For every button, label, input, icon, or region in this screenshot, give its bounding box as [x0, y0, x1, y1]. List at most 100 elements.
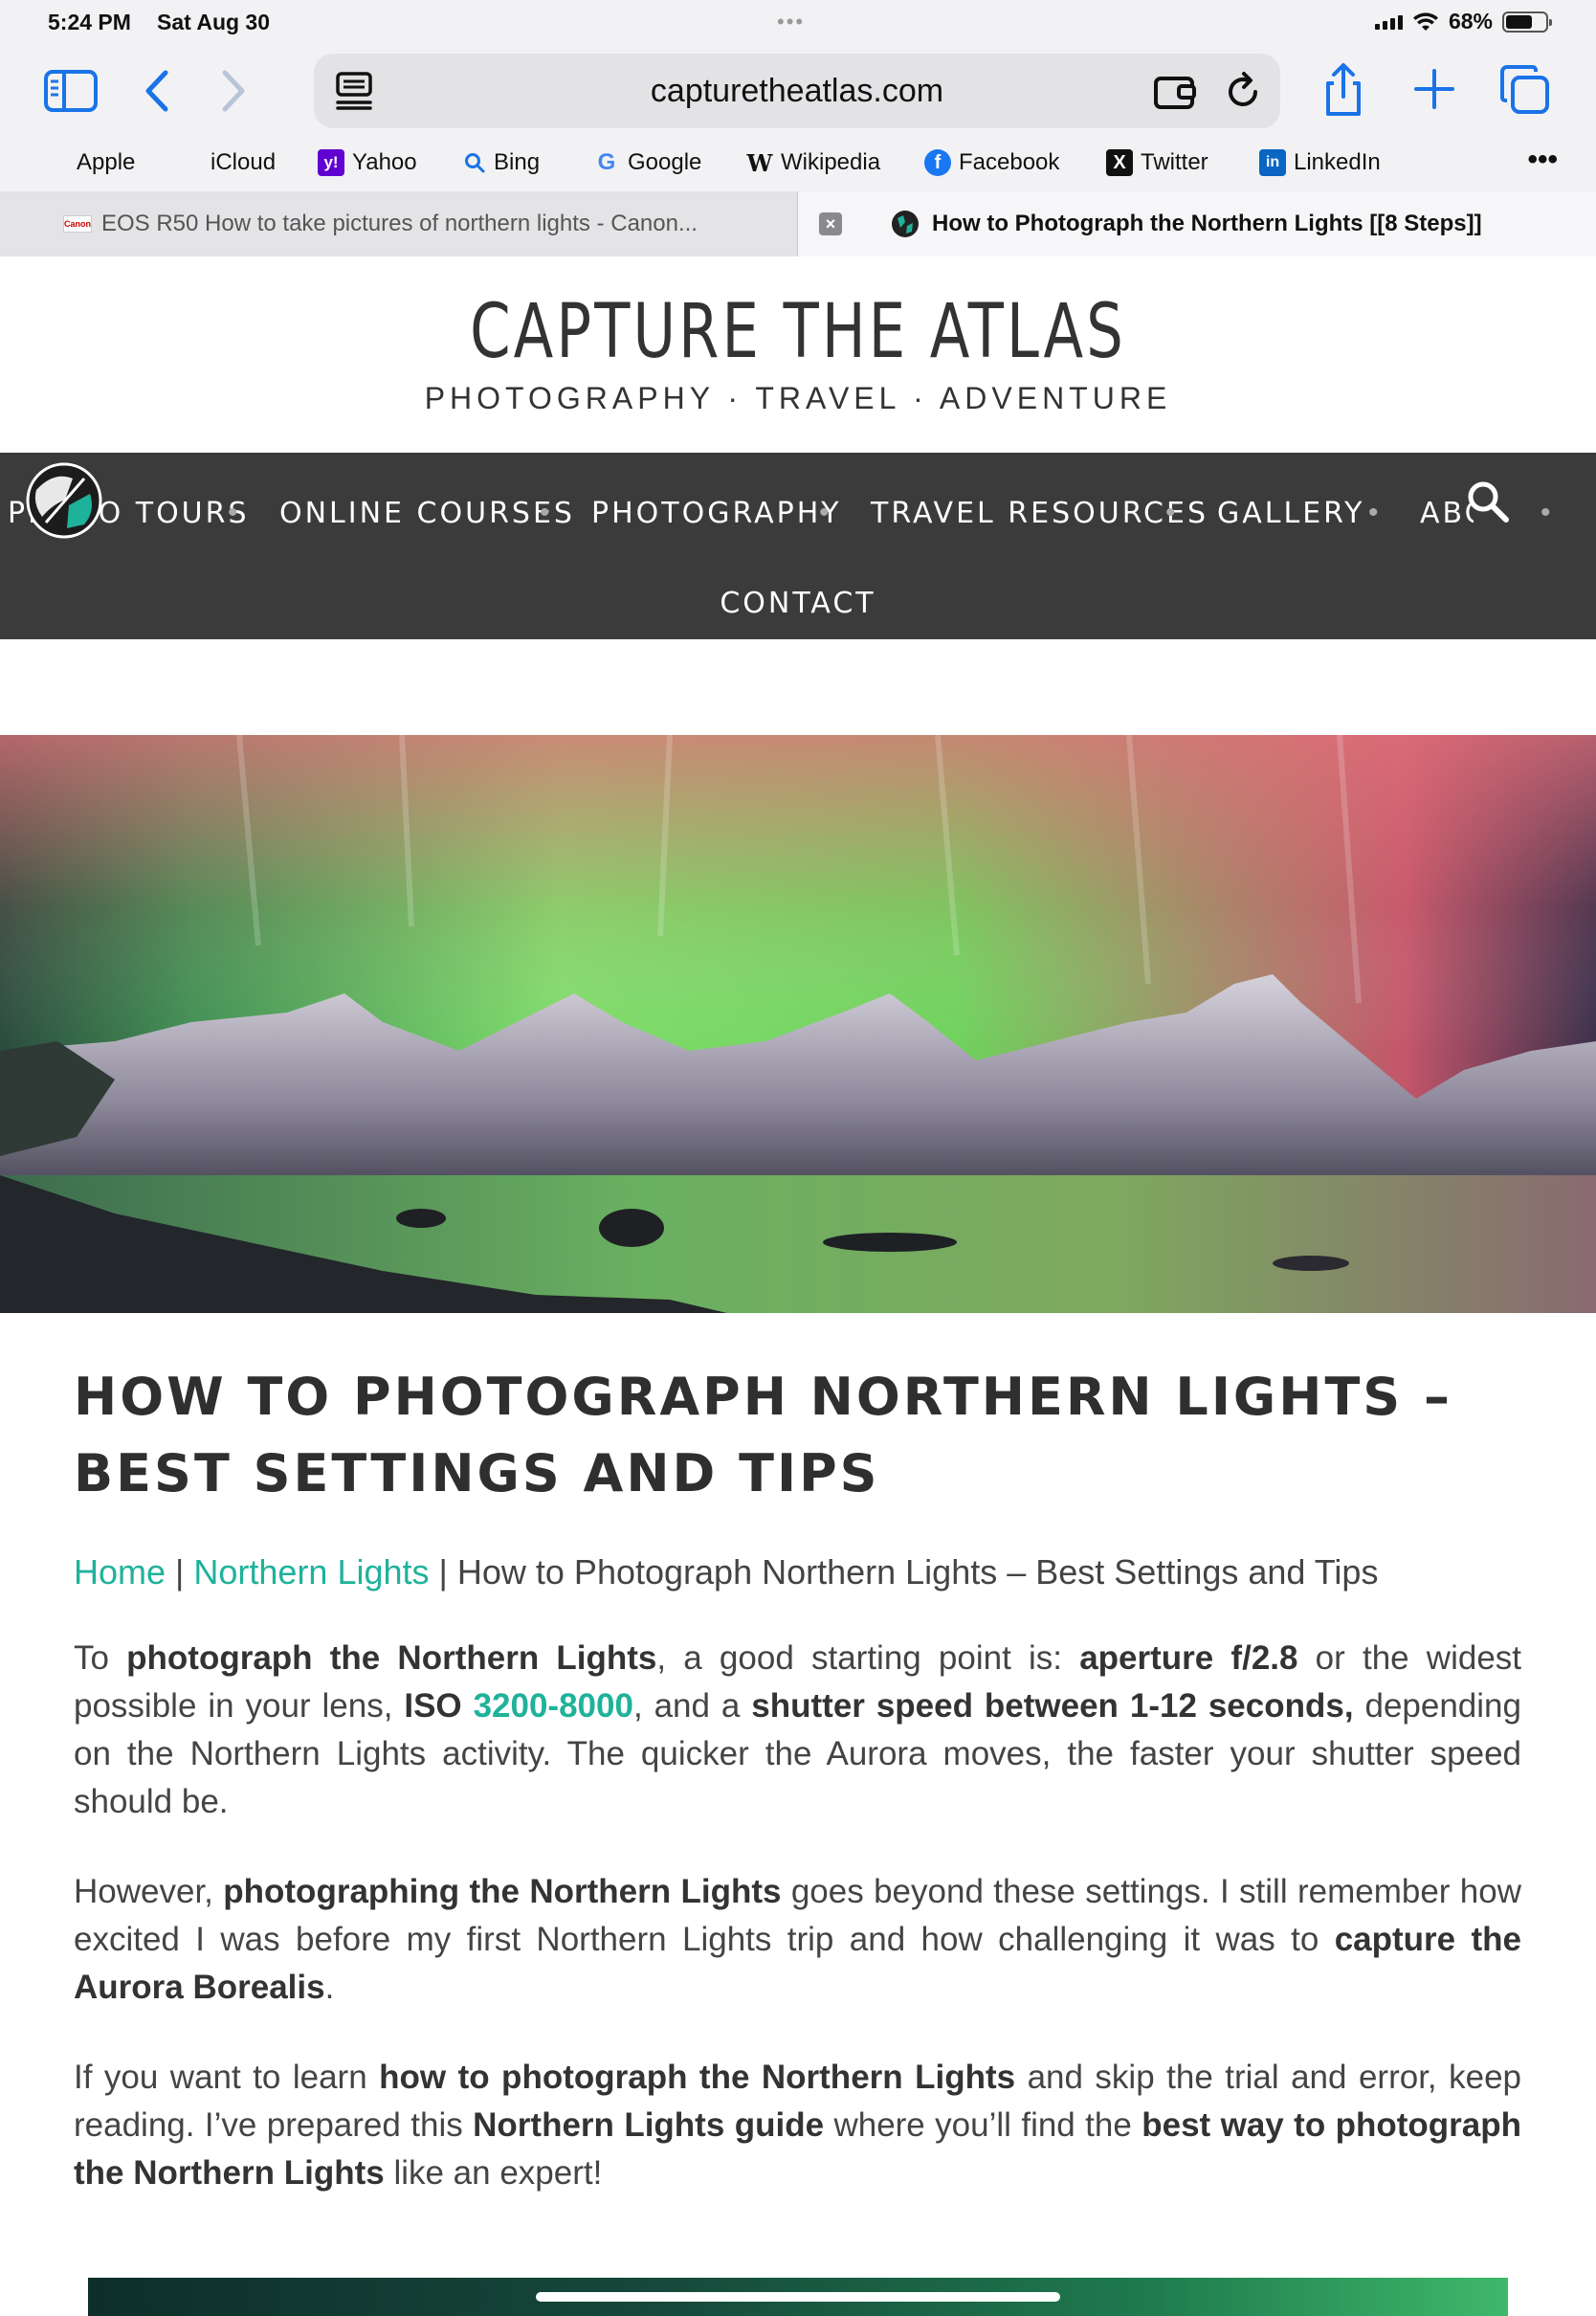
favorite-google[interactable]: G Google [593, 149, 702, 176]
intro-paragraph: To photograph the Northern Lights, a goo… [74, 1635, 1521, 1826]
breadcrumb-home-link[interactable]: Home [74, 1552, 166, 1592]
link-text[interactable]: 3200-8000 [474, 1687, 633, 1725]
nav-gallery[interactable]: GALLERY [1217, 497, 1364, 530]
breadcrumb: Home | Northern Lights | How to Photograph N… [74, 1552, 1521, 1592]
favorite-facebook[interactable]: f Facebook [924, 149, 1059, 176]
nav-separator: • [819, 497, 830, 528]
wifi-icon [1412, 11, 1438, 31]
favorite-label: Wikipedia [781, 149, 881, 175]
more-favorites-icon[interactable]: ••• [1527, 144, 1558, 176]
nav-photography[interactable]: PHOTOGRAPHY [591, 497, 842, 530]
nav-contact[interactable]: CONTACT [0, 587, 1596, 620]
favorite-label: Yahoo [352, 149, 417, 175]
site-favicon-icon [892, 211, 919, 237]
sidebar-toggle-icon[interactable] [42, 67, 100, 115]
text-run: However, [74, 1873, 224, 1910]
hero-aurora-image [0, 735, 1596, 1313]
breadcrumb-separator: | [438, 1552, 448, 1592]
multitasking-dots-icon[interactable]: ••• [777, 10, 805, 34]
tab-overview-icon[interactable] [1498, 63, 1552, 117]
text-run: . [324, 1969, 335, 2006]
bold-text: aperture f/2.8 [1079, 1639, 1298, 1677]
status-bar: 5:24 PM Sat Aug 30 ••• 68% [0, 0, 1596, 44]
favorites-bar: Apple iCloud y! Yahoo Bing G Google W Wi… [0, 138, 1596, 191]
bold-text: ISO [404, 1687, 474, 1725]
battery-percent: 68% [1448, 9, 1493, 33]
wikipedia-icon: W [746, 148, 773, 177]
google-icon: G [597, 149, 616, 175]
text-run: , and a [632, 1687, 752, 1725]
bold-text: photographing the Northern Lights [223, 1873, 782, 1910]
bing-icon [465, 153, 485, 173]
favorite-label: LinkedIn [1294, 149, 1381, 175]
nav-separator: • [540, 497, 550, 528]
favorite-label: iCloud [211, 149, 277, 175]
favorite-label: Bing [494, 149, 541, 175]
third-paragraph: If you want to learn how to photograph t… [74, 2054, 1521, 2197]
text-run: If you want to learn [74, 2059, 380, 2096]
tab-canon[interactable]: Canon EOS R50 How to take pictures of no… [0, 191, 798, 256]
status-date: Sat Aug 30 [157, 10, 271, 34]
nav-separator: • [1541, 497, 1551, 528]
cellular-signal-icon [1374, 14, 1403, 30]
site-logo-icon[interactable] [25, 461, 103, 540]
battery-fill [1506, 14, 1533, 29]
favorite-label: Google [628, 149, 702, 175]
linkedin-icon: in [1259, 149, 1286, 176]
new-tab-icon[interactable] [1410, 65, 1458, 113]
text-run: like an expert! [384, 2154, 603, 2192]
text-run: where you’ll find the [824, 2106, 1142, 2144]
site-header: CAPTURE THE ATLAS PHOTOGRAPHY · TRAVEL ·… [0, 256, 1596, 453]
text-run: To [74, 1639, 127, 1677]
breadcrumb-category-link[interactable]: Northern Lights [193, 1552, 429, 1592]
back-icon[interactable] [140, 67, 174, 115]
favorite-wikipedia[interactable]: W Wikipedia [746, 148, 881, 177]
status-time: 5:24 PM [48, 10, 131, 34]
favorite-apple[interactable]: Apple [42, 149, 135, 176]
extension-icon[interactable] [1152, 73, 1200, 111]
battery-icon [1502, 11, 1552, 33]
browser-toolbar: capturetheatlas.com [0, 44, 1596, 138]
nav-travel-resources[interactable]: TRAVEL RESOURCES [871, 497, 1208, 530]
main-navigation: PHOTO TOURS • ONLINE COURSES • PHOTOGRAP… [0, 453, 1596, 639]
tab-title: EOS R50 How to take pictures of northern… [101, 211, 698, 236]
favorite-linkedin[interactable]: in LinkedIn [1259, 149, 1381, 176]
favorite-twitter[interactable]: X Twitter [1106, 149, 1208, 176]
x-icon: X [1106, 149, 1133, 176]
tab-title: How to Photograph the Northern Lights [[… [932, 211, 1482, 236]
site-title[interactable]: CAPTURE THE ATLAS [175, 289, 1420, 375]
article-title: HOW TO PHOTOGRAPH NORTHERN LIGHTS – BEST… [74, 1367, 1452, 1503]
status-right: 68% [1374, 9, 1552, 34]
bold-text: shutter speed between 1-12 seconds, [751, 1687, 1354, 1725]
apple-icon [176, 149, 203, 176]
reload-icon[interactable] [1225, 71, 1263, 111]
favorite-icloud[interactable]: iCloud [176, 149, 276, 176]
favorite-bing[interactable]: Bing [463, 149, 540, 176]
site-tagline: PHOTOGRAPHY · TRAVEL · ADVENTURE [424, 381, 1172, 415]
apple-icon [42, 149, 69, 176]
text-run: , a good starting point is: [656, 1639, 1080, 1677]
nav-separator: • [1368, 497, 1379, 528]
nav-online-courses[interactable]: ONLINE COURSES [279, 497, 575, 530]
home-indicator[interactable] [536, 2292, 1060, 2302]
yahoo-icon: y! [318, 149, 344, 176]
favorite-label: Facebook [959, 149, 1060, 175]
breadcrumb-current: How to Photograph Northern Lights – Best… [456, 1552, 1379, 1592]
url-text: capturetheatlas.com [650, 73, 944, 109]
nav-separator: • [1165, 497, 1176, 528]
favorite-yahoo[interactable]: y! Yahoo [318, 149, 417, 176]
share-icon[interactable] [1319, 61, 1368, 119]
article: HOW TO PHOTOGRAPH NORTHERN LIGHTS – BEST… [74, 1359, 1521, 2197]
tab-capture-the-atlas[interactable]: How to Photograph the Northern Lights [[… [798, 191, 1596, 256]
breadcrumb-separator: | [175, 1552, 185, 1592]
facebook-icon: f [924, 149, 951, 176]
address-bar[interactable]: capturetheatlas.com [314, 54, 1280, 128]
tab-bar: Canon EOS R50 How to take pictures of no… [0, 191, 1596, 256]
search-icon[interactable] [1464, 478, 1512, 525]
forward-icon[interactable] [216, 67, 251, 115]
bold-text: Northern Lights guide [473, 2106, 825, 2144]
close-tab-icon[interactable]: × [819, 212, 842, 235]
second-paragraph: However, photographing the Northern Ligh… [74, 1868, 1521, 2012]
bold-text: how to photograph the Northern Lights [379, 2059, 1016, 2096]
canon-favicon-icon: Canon [63, 215, 92, 233]
